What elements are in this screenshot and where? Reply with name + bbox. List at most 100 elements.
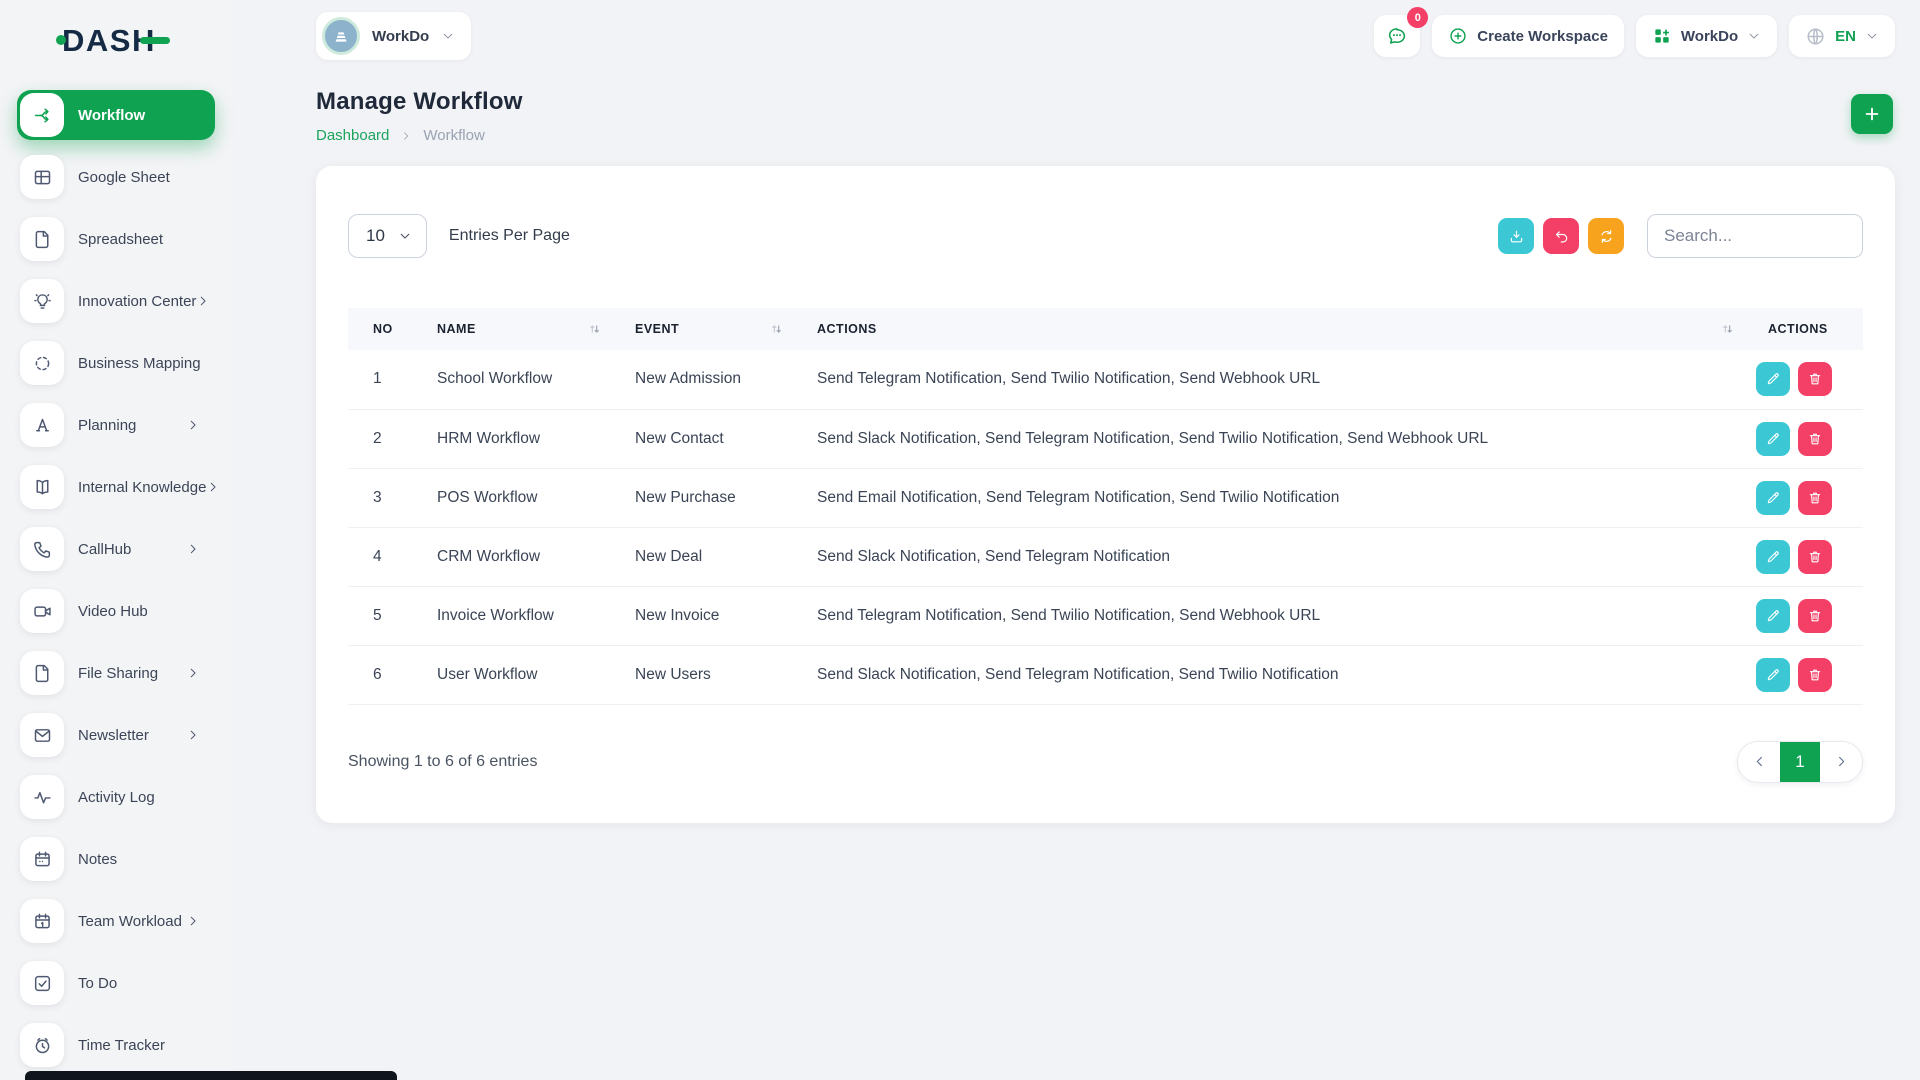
sidebar-item-to-do[interactable]: To Do — [17, 958, 215, 1008]
workspace-selector[interactable]: WorkDo — [316, 12, 471, 60]
sidebar-item-label: Video Hub — [78, 603, 148, 620]
create-workspace-button[interactable]: Create Workspace — [1432, 15, 1624, 57]
sort-icon[interactable] — [587, 322, 602, 337]
column-label: ACTIONS — [1768, 322, 1828, 336]
workspace-name: WorkDo — [372, 28, 429, 45]
page-title: Manage Workflow — [316, 88, 523, 116]
sidebar-item-label: Spreadsheet — [78, 231, 163, 248]
cell-name: CRM Workflow — [412, 527, 610, 586]
table-controls: 10 Entries Per Page — [348, 214, 1863, 258]
export-button[interactable] — [1498, 218, 1534, 254]
delete-button[interactable] — [1798, 599, 1832, 633]
page-number[interactable]: 1 — [1780, 741, 1820, 783]
cell-name: HRM Workflow — [412, 409, 610, 468]
column-header-event[interactable]: EVENT — [610, 308, 792, 350]
breadcrumb-dashboard-link[interactable]: Dashboard — [316, 127, 389, 144]
cell-row-actions — [1743, 409, 1863, 468]
main-area: WorkDo 0 Create Workspace WorkDo EN — [232, 0, 1920, 1080]
delete-button[interactable] — [1798, 540, 1832, 574]
workflow-icon — [20, 93, 64, 137]
cell-no: 2 — [348, 409, 412, 468]
pencil-icon — [1765, 667, 1781, 683]
column-label: NAME — [437, 322, 476, 336]
app-switcher-button[interactable]: WorkDo — [1636, 15, 1777, 57]
sidebar-item-label: Innovation Center — [78, 293, 196, 310]
sidebar-item-label: Time Tracker — [78, 1037, 165, 1054]
messages-button[interactable]: 0 — [1374, 15, 1420, 57]
plus-circle-icon — [1448, 26, 1468, 46]
cell-event: New Invoice — [610, 586, 792, 645]
previous-page-button[interactable] — [1738, 741, 1780, 783]
cell-name: User Workflow — [412, 645, 610, 704]
entries-per-page-select[interactable]: 10 — [348, 214, 427, 258]
sidebar-item-google-sheet[interactable]: Google Sheet — [17, 152, 215, 202]
delete-button[interactable] — [1798, 658, 1832, 692]
chevron-down-icon — [1747, 29, 1761, 43]
column-header-no: NO — [348, 308, 412, 350]
chevron-right-icon — [196, 294, 210, 308]
delete-button[interactable] — [1798, 362, 1832, 396]
sidebar-item-file-sharing[interactable]: File Sharing — [17, 648, 215, 698]
sidebar-item-callhub[interactable]: CallHub — [17, 524, 215, 574]
pencil-icon — [1765, 371, 1781, 387]
cell-row-actions — [1743, 586, 1863, 645]
sidebar-item-workflow[interactable]: Workflow — [17, 90, 215, 140]
chevron-right-icon — [186, 914, 200, 928]
sidebar-item-planning[interactable]: Planning — [17, 400, 215, 450]
sidebar-item-team-workload[interactable]: Team Workload — [17, 896, 215, 946]
search-input[interactable] — [1647, 214, 1863, 258]
sidebar-item-activity-log[interactable]: Activity Log — [17, 772, 215, 822]
globe-icon — [1805, 26, 1826, 47]
sidebar-item-newsletter[interactable]: Newsletter — [17, 710, 215, 760]
undo-icon — [1553, 228, 1570, 245]
column-header-actions[interactable]: ACTIONS — [792, 308, 1743, 350]
edit-button[interactable] — [1756, 481, 1790, 515]
refresh-button[interactable] — [1588, 218, 1624, 254]
cell-actions-text: Send Slack Notification, Send Telegram N… — [792, 527, 1743, 586]
edit-button[interactable] — [1756, 362, 1790, 396]
edit-button[interactable] — [1756, 658, 1790, 692]
sort-icon[interactable] — [1720, 322, 1735, 337]
language-selector[interactable]: EN — [1789, 15, 1895, 57]
brand-logo: DASH — [56, 22, 232, 58]
chevron-right-icon — [186, 418, 200, 432]
delete-button[interactable] — [1798, 481, 1832, 515]
sidebar-item-internal-knowledge[interactable]: Internal Knowledge — [17, 462, 215, 512]
column-header-name[interactable]: NAME — [412, 308, 610, 350]
sidebar-item-label: Notes — [78, 851, 117, 868]
chevron-right-icon — [186, 542, 200, 556]
delete-button[interactable] — [1798, 422, 1832, 456]
reset-button[interactable] — [1543, 218, 1579, 254]
activity-log-icon — [20, 775, 64, 819]
building-icon — [331, 26, 351, 46]
sidebar: DASH Workflow Google Sheet Spreadsheet Inno… — [0, 0, 232, 1080]
sidebar-item-spreadsheet[interactable]: Spreadsheet — [17, 214, 215, 264]
sidebar-item-time-tracker[interactable]: Time Tracker — [17, 1020, 215, 1070]
grid-plus-icon — [1652, 26, 1672, 46]
entries-summary: Showing 1 to 6 of 6 entries — [348, 753, 537, 771]
trash-icon — [1807, 549, 1823, 565]
cell-actions-text: Send Telegram Notification, Send Twilio … — [792, 586, 1743, 645]
table-row: 2HRM WorkflowNew ContactSend Slack Notif… — [348, 409, 1863, 468]
edit-button[interactable] — [1756, 599, 1790, 633]
edit-button[interactable] — [1756, 422, 1790, 456]
cell-actions-text: Send Slack Notification, Send Telegram N… — [792, 645, 1743, 704]
sidebar-item-notes[interactable]: Notes — [17, 834, 215, 884]
sidebar-item-label: CallHub — [78, 541, 131, 558]
sidebar-item-video-hub[interactable]: Video Hub — [17, 586, 215, 636]
edit-button[interactable] — [1756, 540, 1790, 574]
cell-event: New Deal — [610, 527, 792, 586]
sidebar-item-innovation-center[interactable]: Innovation Center — [17, 276, 215, 326]
next-page-button[interactable] — [1820, 741, 1862, 783]
add-workflow-button[interactable] — [1851, 94, 1893, 134]
google-sheet-icon — [20, 155, 64, 199]
chevron-down-icon — [1865, 29, 1879, 43]
trash-icon — [1807, 431, 1823, 447]
sidebar-item-business-mapping[interactable]: Business Mapping — [17, 338, 215, 388]
sort-icon[interactable] — [769, 322, 784, 337]
column-label: ACTIONS — [817, 322, 877, 336]
cell-name: Invoice Workflow — [412, 586, 610, 645]
pencil-icon — [1765, 608, 1781, 624]
cell-event: New Users — [610, 645, 792, 704]
create-workspace-label: Create Workspace — [1477, 28, 1608, 45]
